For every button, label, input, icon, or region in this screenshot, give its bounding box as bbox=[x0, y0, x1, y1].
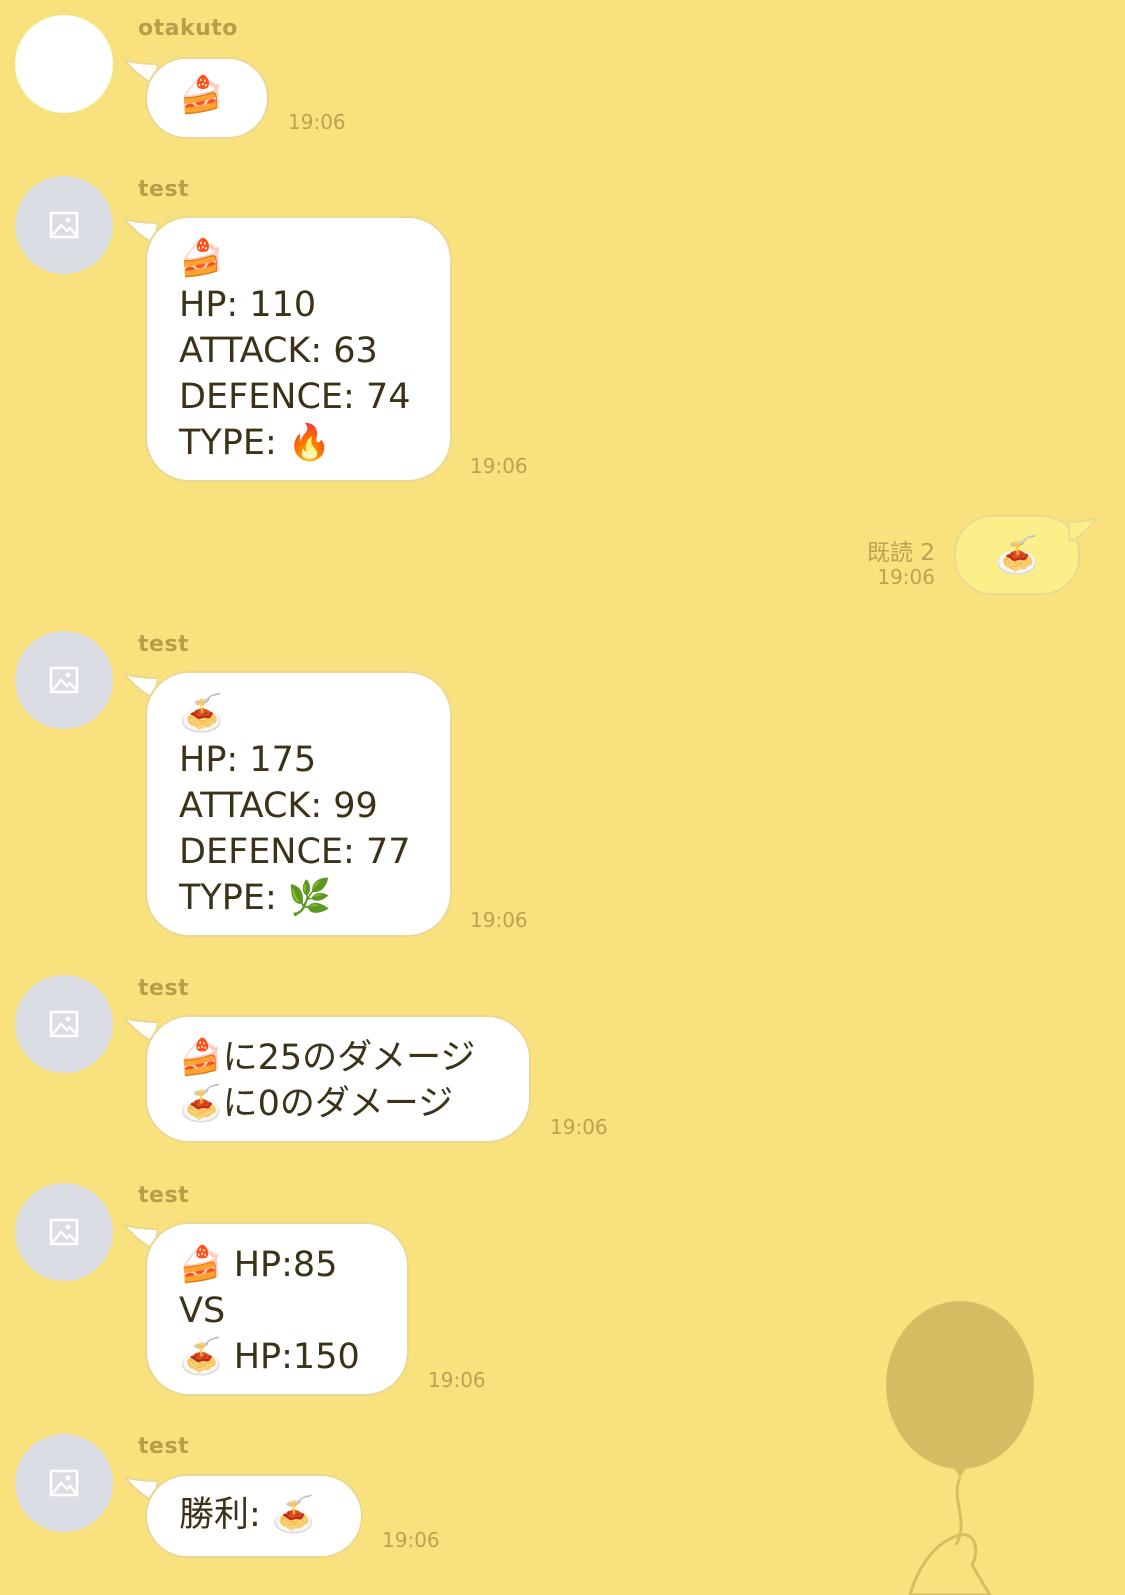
avatar[interactable] bbox=[15, 1183, 113, 1281]
message-line: 🍝 HP:150 bbox=[179, 1337, 360, 1377]
avatar[interactable] bbox=[15, 1434, 113, 1532]
message-bubble[interactable]: 🍰 bbox=[145, 57, 269, 139]
message-line: TYPE: 🔥 bbox=[179, 423, 332, 463]
timestamp: 19:06 bbox=[382, 1528, 440, 1552]
sender-name: test bbox=[138, 177, 190, 202]
chat-thread: otakuto 🍰 19:06 test 🍰 HP: 110 ATTACK: 6… bbox=[0, 0, 1125, 1595]
message-line: 🍝 bbox=[994, 535, 1040, 576]
avatar[interactable] bbox=[15, 631, 113, 729]
message-line: 🍝に0のダメージ bbox=[179, 1084, 454, 1124]
image-placeholder-icon bbox=[49, 666, 79, 694]
message-line: HP: 175 bbox=[179, 740, 317, 780]
message-line: ATTACK: 99 bbox=[179, 786, 378, 826]
message-bubble[interactable]: 🍝 bbox=[954, 515, 1080, 595]
message-bubble[interactable]: 🍰 HP: 110 ATTACK: 63 DEFENCE: 74 TYPE: 🔥 bbox=[145, 216, 452, 482]
balloon-icon bbox=[886, 1301, 1034, 1595]
image-placeholder-icon bbox=[49, 1218, 79, 1246]
bubble-tail bbox=[1068, 517, 1098, 542]
message-line: HP: 110 bbox=[179, 285, 317, 325]
message-line: 🍰 bbox=[179, 75, 224, 116]
timestamp: 19:06 bbox=[470, 454, 528, 478]
image-placeholder-icon bbox=[49, 211, 79, 239]
timestamp: 19:06 bbox=[428, 1368, 486, 1392]
sender-name: test bbox=[138, 1434, 190, 1459]
message-bubble[interactable]: 勝利: 🍝 bbox=[145, 1474, 363, 1558]
message-line: 🍰に25のダメージ bbox=[179, 1038, 476, 1078]
sender-name: test bbox=[138, 976, 190, 1001]
sender-name: test bbox=[138, 1183, 190, 1208]
sender-name: otakuto bbox=[138, 16, 238, 41]
avatar[interactable] bbox=[15, 176, 113, 274]
message-line: 🍰 bbox=[179, 238, 224, 279]
message-line: 🍝 bbox=[179, 693, 224, 734]
message-line: DEFENCE: 74 bbox=[179, 377, 411, 417]
message-line: ATTACK: 63 bbox=[179, 331, 378, 371]
message-line: TYPE: 🌿 bbox=[179, 878, 332, 918]
image-placeholder-icon bbox=[49, 1010, 79, 1038]
timestamp: 19:06 bbox=[550, 1115, 608, 1139]
timestamp: 19:06 bbox=[877, 565, 935, 589]
sender-name: test bbox=[138, 632, 190, 657]
message-line: VS bbox=[179, 1291, 226, 1331]
message-line: 勝利: 🍝 bbox=[179, 1495, 316, 1535]
avatar[interactable] bbox=[15, 15, 113, 113]
image-placeholder-icon bbox=[49, 1469, 79, 1497]
message-line: 🍰 HP:85 bbox=[179, 1245, 338, 1285]
timestamp: 19:06 bbox=[470, 908, 528, 932]
message-bubble[interactable]: 🍰 HP:85 VS 🍝 HP:150 bbox=[145, 1222, 409, 1396]
avatar[interactable] bbox=[15, 975, 113, 1073]
message-line: DEFENCE: 77 bbox=[179, 832, 411, 872]
message-bubble[interactable]: 🍝 HP: 175 ATTACK: 99 DEFENCE: 77 TYPE: 🌿 bbox=[145, 671, 452, 937]
timestamp: 19:06 bbox=[288, 110, 346, 134]
read-receipt: 既読 2 bbox=[867, 540, 935, 566]
message-bubble[interactable]: 🍰に25のダメージ 🍝に0のダメージ bbox=[145, 1015, 531, 1143]
